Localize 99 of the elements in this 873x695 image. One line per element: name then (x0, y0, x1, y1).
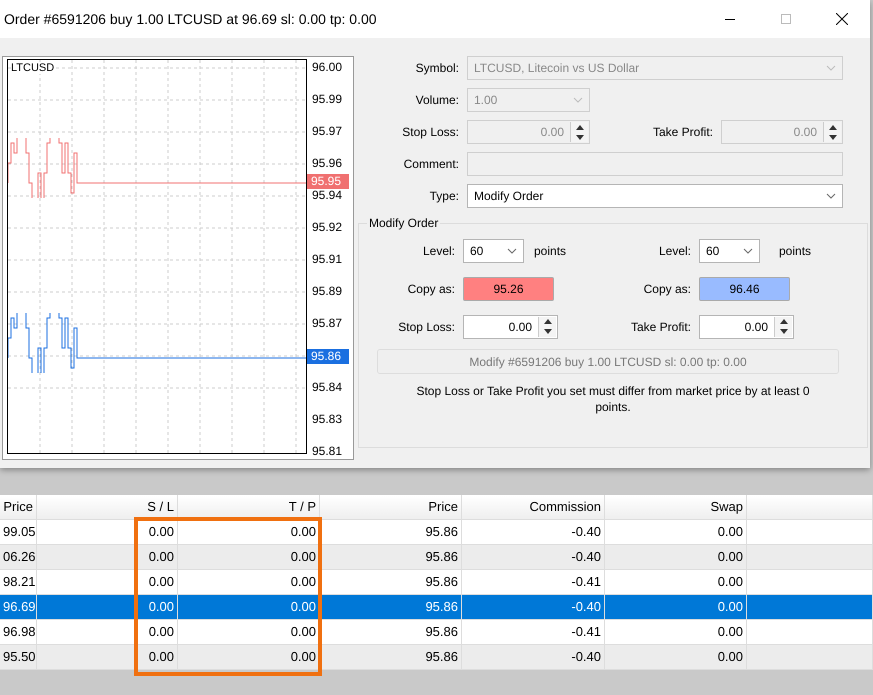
table-cell: 0.00 (605, 545, 747, 569)
table-cell: -0.40 (462, 520, 605, 544)
column-header[interactable]: Price (0, 495, 37, 519)
price-tag: 95.86 (307, 349, 349, 364)
copy-price-button[interactable]: 96.46 (699, 276, 790, 300)
axis-label: 95.81 (312, 444, 342, 458)
level-dropdown[interactable]: 60 (463, 238, 524, 262)
axis-label: 95.89 (312, 284, 342, 298)
table-cell: -0.40 (462, 645, 605, 669)
table-cell: 0.00 (178, 620, 320, 644)
column-header[interactable]: Commission (462, 495, 605, 519)
field-label: Stop Loss: (401, 125, 460, 139)
table-row[interactable]: 95.50 0.00 0.00 95.86 -0.40 0.00 (0, 645, 873, 670)
copy-price-button[interactable]: 95.26 (463, 276, 554, 300)
level-dropdown[interactable]: 60 (699, 238, 760, 262)
table-cell: 95.86 (320, 595, 462, 619)
table-cell: 06.26 (0, 545, 37, 569)
field-label: Symbol: (414, 61, 460, 75)
axis-label: 95.87 (312, 316, 342, 330)
table-cell: 95.86 (320, 570, 462, 594)
field-label: Comment: (402, 157, 460, 171)
field-label: Take Profit: (630, 320, 692, 334)
field-label: Copy as: (406, 282, 456, 296)
column-header[interactable]: T / P (178, 495, 320, 519)
axis-label: 95.97 (312, 124, 342, 138)
chevron-down-icon (743, 248, 753, 254)
field-label: Level: (422, 244, 456, 258)
table-cell: 0.00 (178, 595, 320, 619)
axis-label: 95.83 (312, 412, 342, 426)
minimize-icon (725, 18, 735, 20)
table-cell: 0.00 (37, 520, 178, 544)
table-cell: 0.00 (178, 645, 320, 669)
field-label: Stop Loss: (397, 320, 456, 334)
table-cell: 0.00 (605, 570, 747, 594)
axis-label: 95.92 (312, 220, 342, 234)
field-label: Copy as: (642, 282, 692, 296)
table-cell: -0.41 (462, 620, 605, 644)
table-cell: 0.00 (37, 595, 178, 619)
table-cell: 96.98 (0, 620, 37, 644)
table-cell: 0.00 (178, 520, 320, 544)
table-cell: 0.00 (605, 620, 747, 644)
table-cell: 0.00 (178, 545, 320, 569)
chevron-down-icon (507, 248, 517, 254)
field-label: Type: (428, 189, 460, 203)
chevron-down-icon (826, 193, 836, 199)
table-row[interactable]: 96.69 0.00 0.00 95.86 -0.40 0.00 (0, 595, 873, 620)
close-icon (836, 13, 848, 25)
chevron-down-icon (826, 65, 836, 71)
price-spin-field[interactable]: 0.00 (463, 314, 558, 338)
table-cell: -0.41 (462, 570, 605, 594)
axis-label: 95.84 (312, 380, 342, 394)
group-title: Modify Order (368, 216, 440, 230)
table-row[interactable]: 06.26 0.00 0.00 95.86 -0.40 0.00 (0, 545, 873, 570)
axis-label: 95.99 (312, 92, 342, 106)
table-cell: 0.00 (605, 645, 747, 669)
points-label: points (779, 244, 812, 258)
table-cell: 96.69 (0, 595, 37, 619)
symbol-label: LTCUSD (11, 62, 54, 74)
table-cell: 95.86 (320, 545, 462, 569)
spin-buttons[interactable] (570, 122, 588, 142)
table-row[interactable]: 99.05 0.00 0.00 95.86 -0.40 0.00 (0, 520, 873, 545)
column-header[interactable]: Price (320, 495, 462, 519)
table-cell: 95.86 (320, 620, 462, 644)
spin-buttons[interactable] (823, 122, 841, 142)
table-cell: 95.86 (320, 645, 462, 669)
price-spin-field[interactable]: 0.00 (699, 314, 794, 338)
column-header[interactable]: Swap (605, 495, 747, 519)
table-cell: -0.40 (462, 545, 605, 569)
table-cell: 0.00 (605, 595, 747, 619)
field-label: Level: (658, 244, 692, 258)
table-cell: -0.40 (462, 595, 605, 619)
spin-buttons[interactable] (774, 316, 792, 336)
maximize-icon (781, 14, 791, 24)
axis-label: 96.00 (312, 60, 342, 74)
table-cell: 0.00 (37, 620, 178, 644)
field-label: Volume: (414, 93, 460, 107)
comment-field[interactable] (467, 152, 843, 176)
table-cell: 99.05 (0, 520, 37, 544)
window-title: Order #6591206 buy 1.00 LTCUSD at 96.69 sl: 0.00 tp: 0.00 (3, 11, 378, 27)
info-message: Stop Loss or Take Profit you set must differ from market price by at least 0 points. (415, 383, 811, 415)
chevron-down-icon (573, 97, 583, 103)
table-cell: 0.00 (178, 570, 320, 594)
field-label: Take Profit: (652, 125, 714, 139)
column-header[interactable]: S / L (37, 495, 178, 519)
spin-buttons[interactable] (538, 316, 556, 336)
table-cell: 0.00 (37, 570, 178, 594)
table-cell: 0.00 (605, 520, 747, 544)
table-row[interactable]: 96.98 0.00 0.00 95.86 -0.41 0.00 (0, 620, 873, 645)
table-cell: 95.50 (0, 645, 37, 669)
table-cell: 0.00 (37, 645, 178, 669)
axis-label: 95.91 (312, 252, 342, 266)
table-cell: 0.00 (37, 545, 178, 569)
table-cell: 98.21 (0, 570, 37, 594)
table-row[interactable]: 98.21 0.00 0.00 95.86 -0.41 0.00 (0, 570, 873, 595)
price-tag: 95.95 (307, 174, 349, 189)
axis-label: 95.94 (312, 188, 342, 202)
points-label: points (534, 244, 566, 258)
axis-label: 95.96 (312, 156, 342, 170)
table-cell: 95.86 (320, 520, 462, 544)
